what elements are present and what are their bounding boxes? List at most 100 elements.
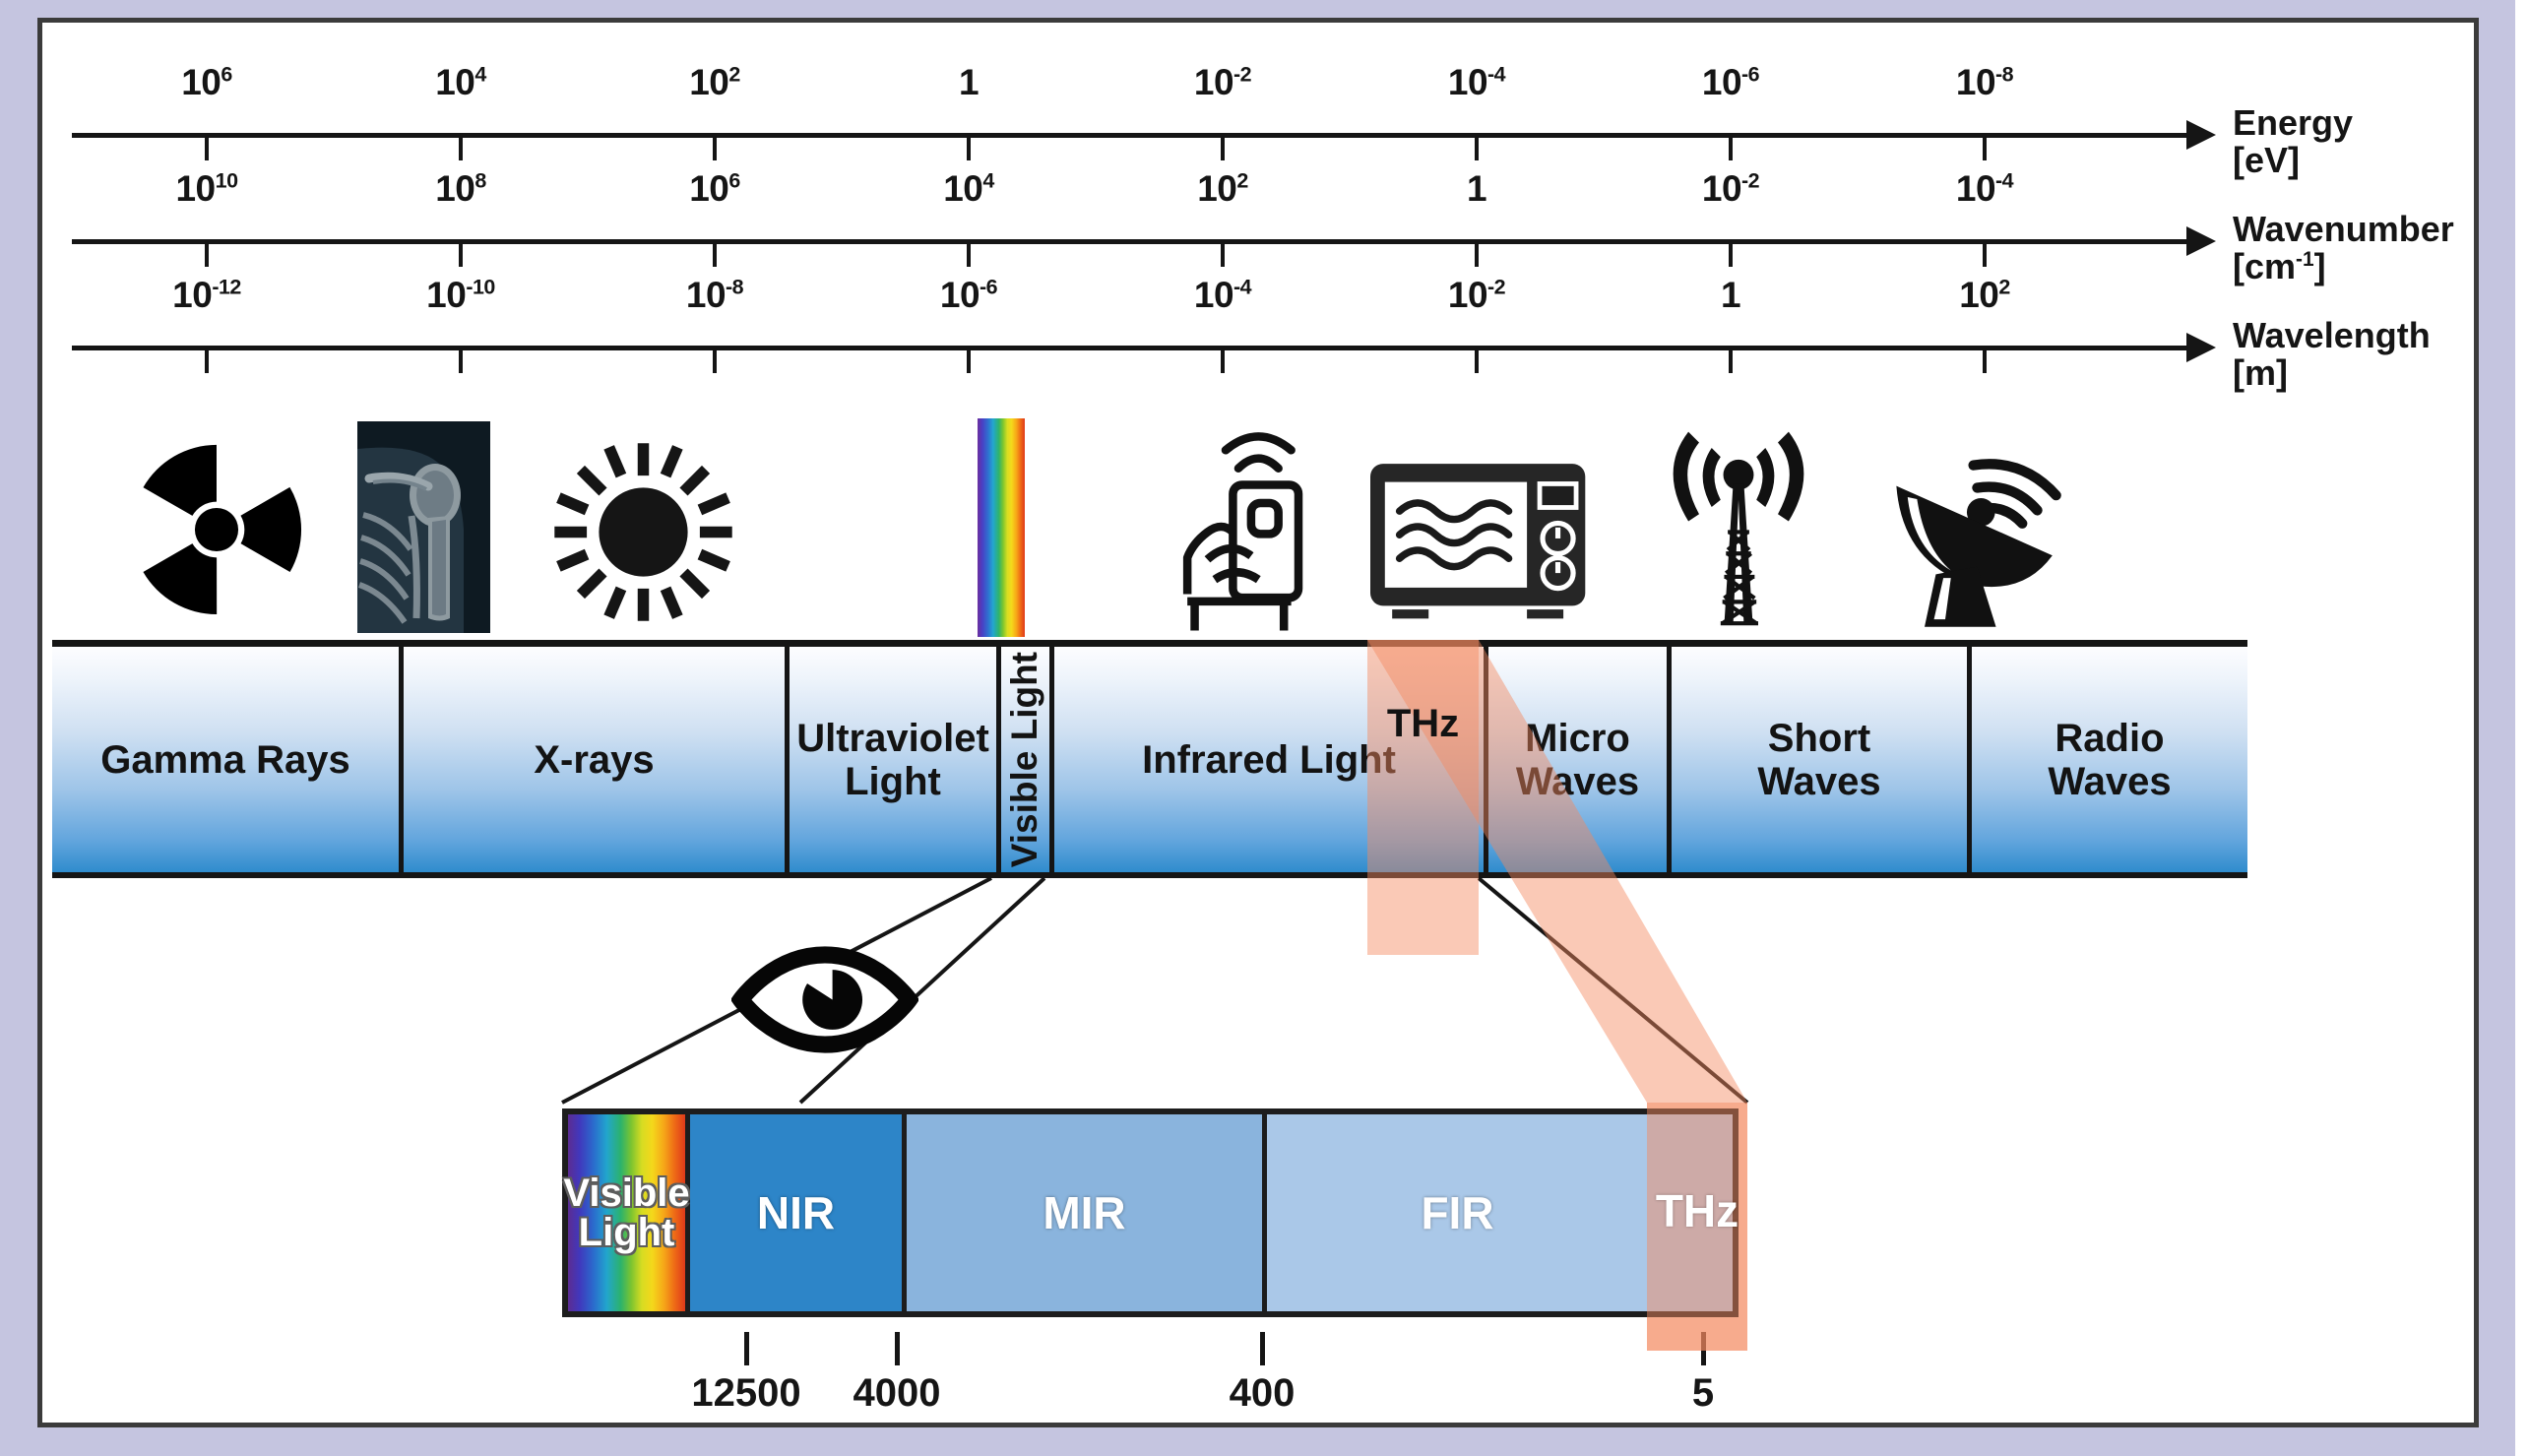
sun-icon [530,424,756,633]
axis-wavelength-arrowhead [2186,333,2216,362]
axis-wavenumber-tick-label: 1010 [175,168,238,209]
axis-wavelength-line [72,346,2188,350]
axis-wavelength-tick [967,348,971,373]
axis-energy-tick-label: 10-8 [1955,62,2014,102]
band-label: X-rays [534,737,655,782]
axis-energy-tick [1475,135,1479,160]
axis-wavenumber-tick [1475,241,1479,267]
rainbow-spectrum-strip [975,416,1028,637]
microwave-oven-icon [1357,416,1603,635]
detail-band-label: FIR [1421,1187,1494,1238]
spectrum-band-ultraviolet-light[interactable]: Ultraviolet Light [790,647,1001,872]
axis-energy-arrowhead [2186,120,2216,150]
thz-detail-label: THz [1655,1185,1739,1236]
axis-energy-tick-label: 106 [181,62,232,102]
page-right-margin [2515,0,2529,1456]
axis-wavelength-tick [1475,348,1479,373]
axis-wavelength-title: Wavelength [m] [2233,315,2431,394]
infrared-detail-bar: Visible Light NIR MIR FIR [562,1108,1739,1317]
band-label: Micro Waves [1515,716,1640,803]
spectrum-band-x-rays[interactable]: X-rays [404,647,790,872]
satellite-dish-icon [1873,414,2100,635]
axis-energy-tick [1983,135,1987,160]
detail-scale-tick [1701,1332,1706,1365]
band-label: Gamma Rays [100,737,350,782]
axis-wavenumber-arrowhead [2186,226,2216,256]
detail-scale-tick [744,1332,749,1365]
spectrum-band-visible-light[interactable]: Visible Light [1001,647,1054,872]
axis-wavelength-tick-label: 10-10 [426,275,495,315]
eye-icon [730,943,919,1056]
axis-energy-title: Energy [eV] [2233,102,2354,181]
detail-band-visible-light[interactable]: Visible Light [563,1114,690,1311]
axis-energy-tick-label: 10-6 [1701,62,1760,102]
axis-energy-tick-label: 102 [689,62,740,102]
axis-wavelength-tick-label: 10-4 [1193,275,1252,315]
spectrum-band-micro-waves[interactable]: Micro Waves [1488,647,1672,872]
axis-wavelength-tick-label: 102 [1959,275,2010,315]
spectrum-band-short-waves[interactable]: Short Waves [1672,647,1972,872]
axis-wavenumber-tick [1729,241,1733,267]
radio-tower-icon [1625,414,1852,635]
axis-wavelength-tick [1221,348,1225,373]
axis-energy-tick-label: 10-2 [1193,62,1252,102]
hand-remote-control-icon [1130,414,1357,635]
axis-wavelength-tick-label: 10-8 [685,275,744,315]
detail-scale-tick [1260,1332,1265,1365]
axis-wavelength-tick-label: 10-12 [172,275,241,315]
axis-wavenumber-tick [967,241,971,267]
detail-band-mir[interactable]: MIR [907,1114,1267,1311]
axis-wavelength-tick-label: 10-2 [1447,275,1506,315]
axis-energy-tick [1221,135,1225,160]
axis-wavenumber-tick [1983,241,1987,267]
axis-wavenumber-tick-label: 1 [1466,168,1487,209]
axis-wavenumber-tick [205,241,209,267]
axis-energy-tick [713,135,717,160]
axis-energy-line [72,133,2188,138]
xray-shoulder-image [310,412,537,633]
axis-energy-tick [459,135,463,160]
axis-wavelength-tick-label: 1 [1720,275,1741,315]
detail-band-nir[interactable]: NIR [690,1114,907,1311]
spectrum-band-infrared-light[interactable]: Infrared Light [1054,647,1488,872]
axis-energy-tick [1729,135,1733,160]
axis-wavenumber-tick-label: 108 [435,168,486,209]
axis-wavelength-tick [713,348,717,373]
detail-scale-value: 5 [1691,1371,1715,1415]
detail-scale-value: 12500 [691,1371,801,1415]
axis-wavelength-tick-label: 10-6 [939,275,998,315]
spectrum-band-bar: Gamma Rays X-rays Ultraviolet Light Visi… [52,640,2247,878]
axis-wavenumber-tick [713,241,717,267]
band-label: Infrared Light [1142,737,1396,782]
axis-wavenumber-tick-label: 10-2 [1701,168,1760,209]
spectrum-band-gamma-rays[interactable]: Gamma Rays [52,647,404,872]
axis-wavelength-tick [1729,348,1733,373]
axis-wavelength-tick [459,348,463,373]
band-label: Ultraviolet Light [796,716,989,803]
detail-scale-value: 400 [1229,1371,1296,1415]
detail-scale-tick [895,1332,900,1365]
axis-wavelength-tick [1983,348,1987,373]
detail-band-label: NIR [756,1187,836,1238]
figure-card: 106 104 102 1 10-2 10-4 10-6 10-8 Energy… [37,18,2479,1427]
axis-wavelength-tick [205,348,209,373]
thz-band-label: THz [1386,702,1460,745]
axis-energy-tick [967,135,971,160]
axis-wavenumber-line [72,239,2188,244]
axis-wavenumber-tick [1221,241,1225,267]
band-label: Visible Light [1004,651,1045,868]
radiation-trefoil-icon [103,414,330,633]
axis-energy-tick-label: 104 [435,62,486,102]
figure-canvas: 106 104 102 1 10-2 10-4 10-6 10-8 Energy… [0,0,2529,1456]
axis-wavenumber-tick-label: 106 [689,168,740,209]
axis-energy-tick-label: 10-4 [1447,62,1506,102]
band-label: Radio Waves [2048,716,2172,803]
spectrum-band-radio-waves[interactable]: Radio Waves [1972,647,2247,872]
band-label: Short Waves [1757,716,1881,803]
axis-wavenumber-tick-label: 104 [943,168,994,209]
axis-wavenumber-tick [459,241,463,267]
axis-energy-tick [205,135,209,160]
detail-band-label: MIR [1043,1187,1126,1238]
axis-wavenumber-tick-label: 10-4 [1955,168,2014,209]
axis-wavenumber-title: Wavenumber [cm-1] [2233,209,2454,287]
